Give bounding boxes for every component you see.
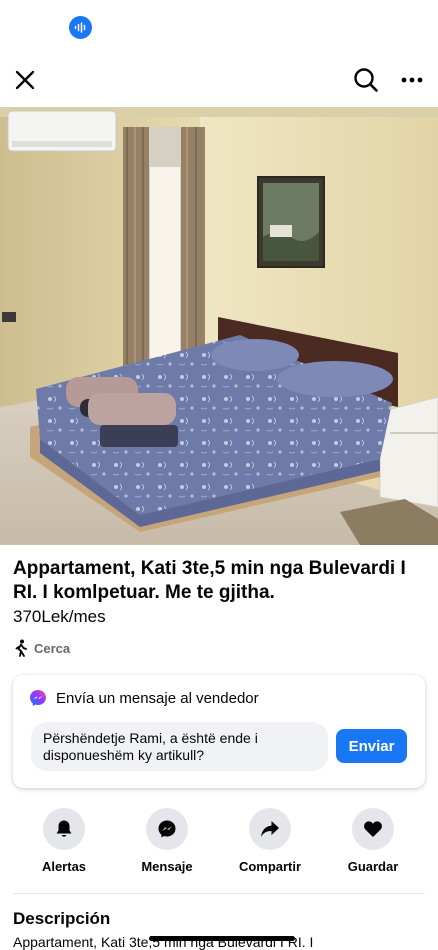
- messenger-icon: [146, 808, 188, 850]
- listing-title: Appartament, Kati 3te,5 min nga Bulevard…: [13, 558, 406, 603]
- home-indicator[interactable]: [149, 936, 295, 941]
- share-arrow-icon: [249, 808, 291, 850]
- search-button[interactable]: [348, 63, 384, 97]
- share-label: Compartir: [238, 859, 302, 874]
- send-button[interactable]: Enviar: [336, 729, 407, 763]
- close-icon: [15, 70, 35, 90]
- close-button[interactable]: [7, 63, 43, 97]
- bedroom-photo: [0, 107, 438, 545]
- waveform-icon: [69, 16, 92, 39]
- listing-photo[interactable]: [0, 107, 438, 545]
- messenger-icon: [29, 689, 47, 707]
- search-icon: [354, 68, 378, 92]
- listing-location[interactable]: Cerca: [13, 639, 70, 657]
- message-seller-card: Envía un mensaje al vendedor Përshëndetj…: [13, 675, 425, 788]
- more-horizontal-icon: [401, 77, 423, 83]
- top-nav: [0, 55, 438, 105]
- description-heading: Descripción: [13, 909, 111, 928]
- message-button[interactable]: Mensaje: [122, 808, 212, 874]
- save-label: Guardar: [347, 859, 399, 874]
- location-label: Cerca: [34, 640, 71, 656]
- message-input[interactable]: Përshëndetje Rami, a është ende i dispon…: [31, 722, 328, 771]
- share-button[interactable]: Compartir: [225, 808, 315, 874]
- alerts-button[interactable]: Alertas: [19, 808, 109, 874]
- action-bar: Alertas Mensaje Compartir Guardar: [0, 808, 438, 880]
- section-divider: [13, 893, 425, 894]
- heart-icon: [352, 808, 394, 850]
- alerts-label: Alertas: [41, 859, 87, 874]
- message-card-title: Envía un mensaje al vendedor: [56, 689, 259, 707]
- status-bar: [0, 0, 438, 55]
- message-label: Mensaje: [141, 859, 193, 874]
- more-options-button[interactable]: [394, 63, 430, 97]
- save-button[interactable]: Guardar: [328, 808, 418, 874]
- walking-person-icon: [13, 639, 29, 657]
- bell-icon: [43, 808, 85, 850]
- listing-price: 370Lek/mes: [13, 607, 106, 626]
- message-card-header: Envía un mensaje al vendedor: [29, 689, 259, 707]
